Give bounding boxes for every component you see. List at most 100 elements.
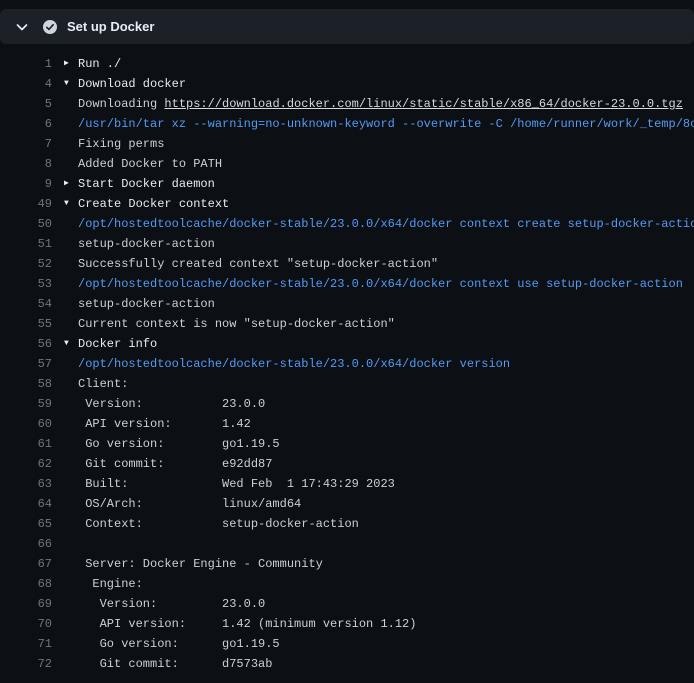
log-text-segment: Current context is now "setup-docker-act… bbox=[78, 317, 395, 331]
log-text: API version: 1.42 bbox=[78, 414, 251, 434]
log-text: Start Docker daemon bbox=[78, 174, 215, 194]
line-number[interactable]: 61 bbox=[0, 434, 52, 454]
arrow-spacer bbox=[52, 574, 78, 594]
line-number[interactable]: 63 bbox=[0, 474, 52, 494]
line-number[interactable]: 69 bbox=[0, 594, 52, 614]
line-number[interactable]: 54 bbox=[0, 294, 52, 314]
arrow-spacer bbox=[52, 114, 78, 134]
log-text-segment: Version: 23.0.0 bbox=[78, 397, 265, 411]
line-number[interactable]: 65 bbox=[0, 514, 52, 534]
line-number[interactable]: 9 bbox=[0, 174, 52, 194]
line-number[interactable]: 51 bbox=[0, 234, 52, 254]
line-number[interactable]: 4 bbox=[0, 74, 52, 94]
line-number[interactable]: 67 bbox=[0, 554, 52, 574]
arrow-spacer bbox=[52, 654, 78, 674]
log-text: /usr/bin/tar xz --warning=no-unknown-key… bbox=[78, 114, 694, 134]
group-expanded-triangle-icon[interactable]: ▼ bbox=[52, 334, 78, 354]
log-text: /opt/hostedtoolcache/docker-stable/23.0.… bbox=[78, 214, 694, 234]
log-text: Downloading https://download.docker.com/… bbox=[78, 94, 683, 114]
group-expanded-triangle-icon[interactable]: ▼ bbox=[52, 194, 78, 214]
log-line: 66 bbox=[0, 534, 694, 554]
line-number[interactable]: 71 bbox=[0, 634, 52, 654]
line-number[interactable]: 70 bbox=[0, 614, 52, 634]
arrow-spacer bbox=[52, 214, 78, 234]
line-number[interactable]: 53 bbox=[0, 274, 52, 294]
log-link[interactable]: https://download.docker.com/linux/static… bbox=[164, 97, 682, 111]
log-text: Run ./ bbox=[78, 54, 121, 74]
log-text-segment: Git commit: e92dd87 bbox=[78, 457, 272, 471]
log-text: Current context is now "setup-docker-act… bbox=[78, 314, 395, 334]
log-line: 52 Successfully created context "setup-do… bbox=[0, 254, 694, 274]
log-group-title: Create Docker context bbox=[78, 197, 229, 211]
arrow-spacer bbox=[52, 314, 78, 334]
arrow-spacer bbox=[52, 554, 78, 574]
line-number[interactable]: 6 bbox=[0, 114, 52, 134]
log-group-row[interactable]: 1▶Run ./ bbox=[0, 54, 694, 74]
log-line: 51setup-docker-action bbox=[0, 234, 694, 254]
log-line: 8Added Docker to PATH bbox=[0, 154, 694, 174]
line-number[interactable]: 8 bbox=[0, 154, 52, 174]
arrow-spacer bbox=[52, 514, 78, 534]
log-group-title: Run ./ bbox=[78, 57, 121, 71]
arrow-spacer bbox=[52, 274, 78, 294]
line-number[interactable]: 49 bbox=[0, 194, 52, 214]
log-text: Built: Wed Feb 1 17:43:29 2023 bbox=[78, 474, 395, 494]
log-command-text: /opt/hostedtoolcache/docker-stable/23.0.… bbox=[78, 217, 694, 231]
arrow-spacer bbox=[52, 354, 78, 374]
log-text: Go version: go1.19.5 bbox=[78, 634, 280, 654]
log-line: 72 Git commit: d7573ab bbox=[0, 654, 694, 674]
log-line: 7 Fixing perms bbox=[0, 134, 694, 154]
log-text: Download docker bbox=[78, 74, 186, 94]
log-text-segment: OS/Arch: linux/amd64 bbox=[78, 497, 301, 511]
log-text: /opt/hostedtoolcache/docker-stable/23.0.… bbox=[78, 274, 683, 294]
group-collapsed-triangle-icon[interactable]: ▶ bbox=[52, 174, 78, 194]
log-text: OS/Arch: linux/amd64 bbox=[78, 494, 301, 514]
line-number[interactable]: 52 bbox=[0, 254, 52, 274]
line-number[interactable]: 7 bbox=[0, 134, 52, 154]
arrow-spacer bbox=[52, 154, 78, 174]
line-number[interactable]: 55 bbox=[0, 314, 52, 334]
group-expanded-triangle-icon[interactable]: ▼ bbox=[52, 74, 78, 94]
log-line: 69 Version: 23.0.0 bbox=[0, 594, 694, 614]
arrow-spacer bbox=[52, 134, 78, 154]
line-number[interactable]: 56 bbox=[0, 334, 52, 354]
log-line: 59 Version: 23.0.0 bbox=[0, 394, 694, 414]
log-text: Context: setup-docker-action bbox=[78, 514, 359, 534]
line-number[interactable]: 72 bbox=[0, 654, 52, 674]
log-command-text: /opt/hostedtoolcache/docker-stable/23.0.… bbox=[78, 277, 683, 291]
line-number[interactable]: 64 bbox=[0, 494, 52, 514]
line-number[interactable]: 57 bbox=[0, 354, 52, 374]
group-collapsed-triangle-icon[interactable]: ▶ bbox=[52, 54, 78, 74]
log-text-segment: Successfully created context "setup-dock… bbox=[78, 257, 438, 271]
arrow-spacer bbox=[52, 234, 78, 254]
log-text: Fixing perms bbox=[78, 134, 164, 154]
log-group-row[interactable]: 4▼Download docker bbox=[0, 74, 694, 94]
step-title: Set up Docker bbox=[67, 19, 154, 34]
line-number[interactable]: 68 bbox=[0, 574, 52, 594]
log-line: 50/opt/hostedtoolcache/docker-stable/23.… bbox=[0, 214, 694, 234]
arrow-spacer bbox=[52, 594, 78, 614]
line-number[interactable]: 60 bbox=[0, 414, 52, 434]
log-text-segment: Built: Wed Feb 1 17:43:29 2023 bbox=[78, 477, 395, 491]
line-number[interactable]: 1 bbox=[0, 54, 52, 74]
log-group-row[interactable]: 56▼Docker info bbox=[0, 334, 694, 354]
line-number[interactable]: 66 bbox=[0, 534, 52, 554]
chevron-down-icon[interactable] bbox=[14, 19, 30, 35]
line-number[interactable]: 50 bbox=[0, 214, 52, 234]
log-line: 58Client: bbox=[0, 374, 694, 394]
log-group-title: Start Docker daemon bbox=[78, 177, 215, 191]
line-number[interactable]: 62 bbox=[0, 454, 52, 474]
arrow-spacer bbox=[52, 434, 78, 454]
log-line: 61 Go version: go1.19.5 bbox=[0, 434, 694, 454]
log-text: Create Docker context bbox=[78, 194, 229, 214]
step-header[interactable]: Set up Docker bbox=[0, 9, 694, 44]
log-text: /opt/hostedtoolcache/docker-stable/23.0.… bbox=[78, 354, 510, 374]
log-text-segment: Go version: go1.19.5 bbox=[78, 437, 280, 451]
line-number[interactable]: 58 bbox=[0, 374, 52, 394]
line-number[interactable]: 5 bbox=[0, 94, 52, 114]
arrow-spacer bbox=[52, 454, 78, 474]
arrow-spacer bbox=[52, 394, 78, 414]
log-group-row[interactable]: 49▼Create Docker context bbox=[0, 194, 694, 214]
log-group-row[interactable]: 9▶Start Docker daemon bbox=[0, 174, 694, 194]
line-number[interactable]: 59 bbox=[0, 394, 52, 414]
